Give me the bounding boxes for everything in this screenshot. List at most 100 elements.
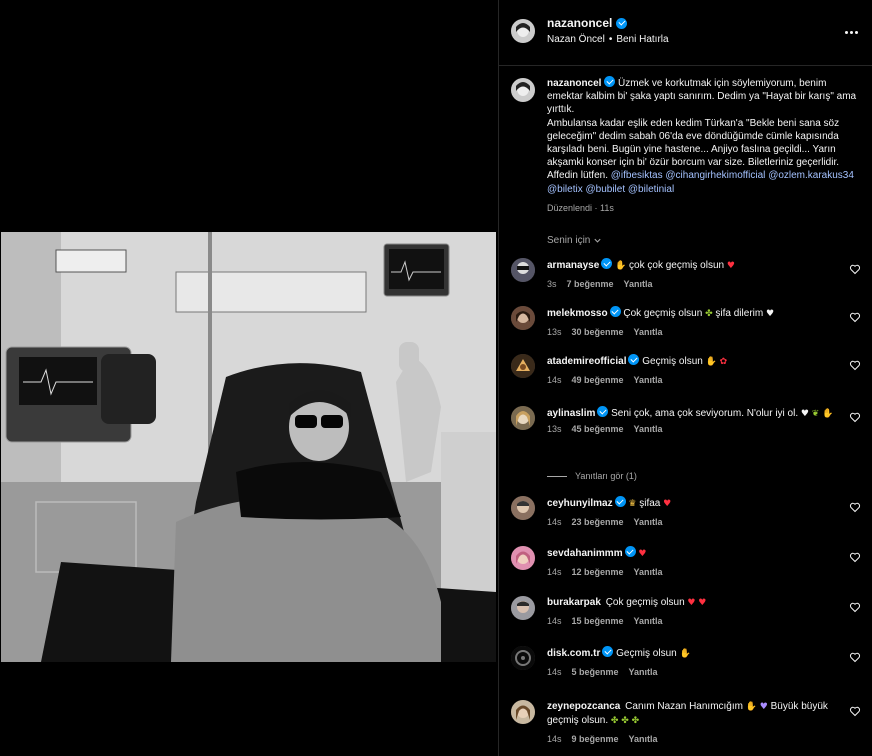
- avatar[interactable]: [511, 596, 535, 620]
- post-media-pane: [0, 0, 498, 756]
- heart-outline-icon[interactable]: [849, 359, 861, 371]
- comment-text: Seni çok, ama çok seviyorum. N'olur iyi …: [611, 408, 799, 419]
- reply-button[interactable]: Yanıtla: [634, 517, 663, 527]
- avatar[interactable]: [511, 258, 535, 282]
- comment-username[interactable]: melekmosso: [547, 308, 608, 319]
- heart-outline-icon[interactable]: [849, 501, 861, 513]
- reply-button[interactable]: Yanıtla: [634, 375, 663, 385]
- header-full-name[interactable]: Nazan Öncel: [547, 34, 605, 45]
- header-audio-title[interactable]: Beni Hatırla: [616, 34, 668, 45]
- comment-time[interactable]: 14s: [547, 667, 562, 677]
- comment-username[interactable]: aylinaslim: [547, 408, 595, 419]
- sort-label: Senin için: [547, 235, 591, 246]
- comment-username[interactable]: atademireofficial: [547, 356, 626, 367]
- comment-text: Geçmiş olsun: [642, 356, 703, 367]
- comment-item: melekmosso Çok geçmiş olsun ✤ şifa diler…: [511, 306, 861, 337]
- comment-username[interactable]: burakarpak: [547, 597, 601, 608]
- comment-likes[interactable]: 15 beğenme: [572, 616, 624, 626]
- comment-username[interactable]: sevdahanimmm: [547, 548, 623, 559]
- view-replies-button[interactable]: Yanıtları gör (1): [547, 471, 637, 481]
- avatar[interactable]: [511, 19, 535, 43]
- verified-badge-icon: [604, 76, 616, 87]
- heart-outline-icon[interactable]: [849, 705, 861, 717]
- reply-button[interactable]: Yanıtla: [634, 616, 663, 626]
- comment-likes[interactable]: 30 beğenme: [572, 327, 624, 337]
- comment-username[interactable]: armanayse: [547, 260, 599, 271]
- heart-outline-icon[interactable]: [849, 263, 861, 275]
- red-heart-icon: ♥: [687, 598, 696, 608]
- verified-badge-icon: [601, 258, 613, 269]
- white-heart-icon: ♥: [800, 409, 809, 419]
- chevron-down-icon: [594, 238, 601, 243]
- mention-link[interactable]: @ifbesiktas: [611, 170, 663, 181]
- comment-likes[interactable]: 23 beğenme: [572, 517, 624, 527]
- mention-link[interactable]: @cihangirhekimofficial: [665, 170, 765, 181]
- comment-time[interactable]: 14s: [547, 567, 562, 577]
- praying-hands-icon: ✋: [679, 649, 691, 659]
- mention-link[interactable]: @ozlem.karakus34: [768, 170, 854, 181]
- avatar[interactable]: [511, 306, 535, 330]
- mention-link[interactable]: @bubilet: [586, 184, 626, 195]
- hospital-photo-illustration: [1, 232, 496, 662]
- comment-sort-dropdown[interactable]: Senin için: [547, 235, 602, 246]
- verified-badge-icon: [602, 646, 614, 657]
- heart-outline-icon[interactable]: [849, 601, 861, 613]
- comment-likes[interactable]: 9 beğenme: [572, 734, 619, 744]
- post-photo[interactable]: [1, 232, 496, 662]
- comment-time[interactable]: 14s: [547, 517, 562, 527]
- comment-time[interactable]: 14s: [547, 616, 562, 626]
- reply-button[interactable]: Yanıtla: [624, 279, 653, 289]
- avatar[interactable]: [511, 700, 535, 724]
- verified-badge-icon: [609, 306, 621, 317]
- comment-likes[interactable]: 49 beğenme: [572, 375, 624, 385]
- reply-button[interactable]: Yanıtla: [629, 734, 658, 744]
- comment-likes[interactable]: 45 beğenme: [572, 424, 624, 434]
- comment-item: aylinaslim Seni çok, ama çok seviyorum. …: [511, 406, 861, 434]
- reply-button[interactable]: Yanıtla: [629, 667, 658, 677]
- heart-outline-icon[interactable]: [849, 411, 861, 423]
- avatar[interactable]: [511, 78, 535, 102]
- comment-likes[interactable]: 5 beğenme: [572, 667, 619, 677]
- heart-outline-icon[interactable]: [849, 311, 861, 323]
- heart-outline-icon[interactable]: [849, 551, 861, 563]
- purple-heart-icon: ♥: [759, 702, 768, 712]
- comment-likes[interactable]: 7 beğenme: [567, 279, 614, 289]
- reply-button[interactable]: Yanıtla: [634, 424, 663, 434]
- comment-text: Çok geçmiş olsun: [605, 597, 685, 608]
- comment-text: Canım Nazan Hanımcığım: [625, 701, 743, 712]
- avatar[interactable]: [511, 546, 535, 570]
- verified-badge-icon: [614, 496, 626, 507]
- verified-badge-icon: [597, 406, 609, 417]
- mention-link[interactable]: @biletinial: [628, 184, 674, 195]
- comment-text: Geçmiş olsun: [616, 648, 677, 659]
- comment-time[interactable]: 13s: [547, 327, 562, 337]
- heart-outline-icon[interactable]: [849, 651, 861, 663]
- verified-badge-icon: [616, 17, 628, 29]
- reply-button[interactable]: Yanıtla: [634, 327, 663, 337]
- red-heart-icon: ♥: [663, 499, 672, 509]
- comment-time[interactable]: 3s: [547, 279, 557, 289]
- avatar[interactable]: [511, 646, 535, 670]
- comment-username[interactable]: disk.com.tr: [547, 648, 600, 659]
- header-username[interactable]: nazanoncel: [547, 16, 612, 30]
- avatar[interactable]: [511, 406, 535, 430]
- comment-item: zeynepozcanca Canım Nazan Hanımcığım ✋ ♥…: [511, 700, 861, 744]
- post-side-panel: nazanoncel Nazan Öncel • Beni Hatırla na…: [498, 0, 872, 756]
- post-time[interactable]: 11s: [600, 203, 614, 213]
- comment-time[interactable]: 13s: [547, 424, 562, 434]
- comment-likes[interactable]: 12 beğenme: [572, 567, 624, 577]
- more-options-icon[interactable]: [843, 24, 859, 40]
- avatar[interactable]: [511, 354, 535, 378]
- comment-time[interactable]: 14s: [547, 375, 562, 385]
- four-leaf-clover-icon: ✤: [621, 716, 629, 726]
- comment-time[interactable]: 14s: [547, 734, 562, 744]
- mention-link[interactable]: @biletix: [547, 184, 583, 195]
- comment-username[interactable]: zeynepozcanca: [547, 701, 620, 712]
- four-leaf-clover-icon: ✤: [705, 309, 713, 319]
- caption-username[interactable]: nazanoncel: [547, 78, 601, 89]
- avatar[interactable]: [511, 496, 535, 520]
- divider-line: [547, 475, 567, 477]
- crown-icon: ♛: [628, 499, 637, 509]
- reply-button[interactable]: Yanıtla: [634, 567, 663, 577]
- comment-username[interactable]: ceyhunyilmaz: [547, 498, 613, 509]
